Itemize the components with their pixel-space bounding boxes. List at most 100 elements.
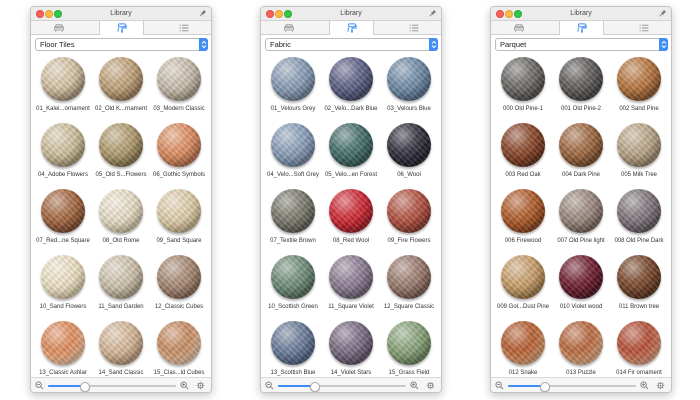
material-sphere-thumbnail[interactable]	[157, 57, 201, 101]
material-sphere-thumbnail[interactable]	[617, 255, 661, 299]
material-sphere-thumbnail[interactable]	[559, 321, 603, 365]
gear-icon[interactable]	[426, 381, 435, 390]
material-sphere-thumbnail[interactable]	[157, 123, 201, 167]
thumbnail-size-slider[interactable]	[278, 382, 406, 392]
material-item[interactable]: 07_Red...ne Square	[33, 184, 93, 251]
material-sphere-thumbnail[interactable]	[271, 189, 315, 233]
material-sphere-thumbnail[interactable]	[157, 321, 201, 365]
material-sphere-thumbnail[interactable]	[41, 123, 85, 167]
material-sphere-thumbnail[interactable]	[99, 57, 143, 101]
material-sphere-thumbnail[interactable]	[501, 123, 545, 167]
material-sphere-thumbnail[interactable]	[501, 57, 545, 101]
material-sphere-thumbnail[interactable]	[99, 123, 143, 167]
tab-furniture[interactable]	[497, 21, 540, 34]
thumbnail-size-slider[interactable]	[48, 382, 176, 392]
material-sphere-thumbnail[interactable]	[329, 321, 373, 365]
tab-materials[interactable]	[559, 21, 604, 35]
material-item[interactable]: 007 Old Pine light	[551, 184, 611, 251]
material-sphere-thumbnail[interactable]	[559, 123, 603, 167]
gear-icon[interactable]	[656, 381, 665, 390]
material-item[interactable]: 006 Firewood	[493, 184, 553, 251]
pin-icon[interactable]	[429, 9, 437, 17]
material-item[interactable]: 05_Velo...en Forest	[321, 118, 381, 185]
material-sphere-thumbnail[interactable]	[329, 189, 373, 233]
material-item[interactable]: 012 Snake	[493, 316, 553, 377]
material-item[interactable]: 004 Dark Pine	[551, 118, 611, 185]
material-item[interactable]: 01_Velours Grey	[263, 52, 323, 119]
material-sphere-thumbnail[interactable]	[157, 255, 201, 299]
material-item[interactable]: 02_Velo...Dark Blue	[321, 52, 381, 119]
dropdown-arrow-icon[interactable]	[659, 38, 668, 51]
material-sphere-thumbnail[interactable]	[329, 255, 373, 299]
material-item[interactable]: 013 Puzzle	[551, 316, 611, 377]
material-item[interactable]: 11_Sand Garden	[91, 250, 151, 317]
material-item[interactable]: 09_Sand Square	[149, 184, 209, 251]
material-sphere-thumbnail[interactable]	[559, 255, 603, 299]
pin-icon[interactable]	[659, 9, 667, 17]
slider-thumb[interactable]	[310, 382, 320, 392]
material-item[interactable]: 04_Adobe Flowers	[33, 118, 93, 185]
category-dropdown[interactable]: Floor Tiles	[35, 38, 208, 51]
material-item[interactable]: 12_Classic Cubes	[149, 250, 209, 317]
material-item[interactable]: 13_Classic Ashlar	[33, 316, 93, 377]
slider-thumb[interactable]	[80, 382, 90, 392]
tab-furniture[interactable]	[37, 21, 80, 34]
material-sphere-thumbnail[interactable]	[41, 255, 85, 299]
material-sphere-thumbnail[interactable]	[329, 57, 373, 101]
material-sphere-thumbnail[interactable]	[501, 321, 545, 365]
material-item[interactable]: 11_Square Violet	[321, 250, 381, 317]
material-item[interactable]: 06_Gothic Symbols	[149, 118, 209, 185]
thumbnail-size-slider[interactable]	[508, 382, 636, 392]
zoom-in-icon[interactable]	[410, 381, 419, 390]
material-item[interactable]: 001 Old Pine-2	[551, 52, 611, 119]
category-dropdown[interactable]: Parquet	[495, 38, 668, 51]
material-sphere-thumbnail[interactable]	[271, 255, 315, 299]
material-sphere-thumbnail[interactable]	[157, 189, 201, 233]
material-item[interactable]: 10_Scottish Green	[263, 250, 323, 317]
tab-materials[interactable]	[99, 21, 144, 35]
material-item[interactable]: 000 Old Pine-1	[493, 52, 553, 119]
gear-icon[interactable]	[196, 381, 205, 390]
material-sphere-thumbnail[interactable]	[99, 255, 143, 299]
material-item[interactable]: 06_Wool	[379, 118, 439, 185]
material-item[interactable]: 008 Old Pine Dark	[609, 184, 669, 251]
title-bar[interactable]: Library	[491, 7, 671, 21]
category-dropdown[interactable]: Fabric	[265, 38, 438, 51]
material-sphere-thumbnail[interactable]	[41, 189, 85, 233]
zoom-in-icon[interactable]	[180, 381, 189, 390]
material-item[interactable]: 08_Old Rome	[91, 184, 151, 251]
material-sphere-thumbnail[interactable]	[617, 123, 661, 167]
material-item[interactable]: 03_Velours Blue	[379, 52, 439, 119]
material-sphere-thumbnail[interactable]	[41, 57, 85, 101]
pin-icon[interactable]	[199, 9, 207, 17]
material-item[interactable]: 01_Kalei...ornament	[33, 52, 93, 119]
tab-list[interactable]	[622, 21, 665, 34]
material-sphere-thumbnail[interactable]	[387, 189, 431, 233]
material-sphere-thumbnail[interactable]	[387, 57, 431, 101]
material-sphere-thumbnail[interactable]	[99, 189, 143, 233]
title-bar[interactable]: Library	[261, 7, 441, 21]
zoom-in-icon[interactable]	[640, 381, 649, 390]
zoom-out-icon[interactable]	[495, 381, 504, 390]
material-item[interactable]: 08_Red Wool	[321, 184, 381, 251]
material-sphere-thumbnail[interactable]	[387, 321, 431, 365]
material-item[interactable]: 02_Old K...rnament	[91, 52, 151, 119]
tab-list[interactable]	[162, 21, 205, 34]
material-sphere-thumbnail[interactable]	[387, 123, 431, 167]
material-item[interactable]: 014 Fir ornament	[609, 316, 669, 377]
tab-furniture[interactable]	[267, 21, 310, 34]
zoom-out-icon[interactable]	[35, 381, 44, 390]
material-item[interactable]: 14_Sand Classic	[91, 316, 151, 377]
material-item[interactable]: 005 Milk Tree	[609, 118, 669, 185]
material-sphere-thumbnail[interactable]	[271, 321, 315, 365]
tab-materials[interactable]	[329, 21, 374, 35]
material-item[interactable]: 15_Clas...ld Cubes	[149, 316, 209, 377]
material-sphere-thumbnail[interactable]	[617, 57, 661, 101]
material-item[interactable]: 10_Sand Flowers	[33, 250, 93, 317]
material-item[interactable]: 002 Sand Pine	[609, 52, 669, 119]
material-sphere-thumbnail[interactable]	[41, 321, 85, 365]
material-item[interactable]: 14_Violet Stars	[321, 316, 381, 377]
dropdown-arrow-icon[interactable]	[199, 38, 208, 51]
material-item[interactable]: 009 Gol...Dust Pine	[493, 250, 553, 317]
dropdown-arrow-icon[interactable]	[429, 38, 438, 51]
